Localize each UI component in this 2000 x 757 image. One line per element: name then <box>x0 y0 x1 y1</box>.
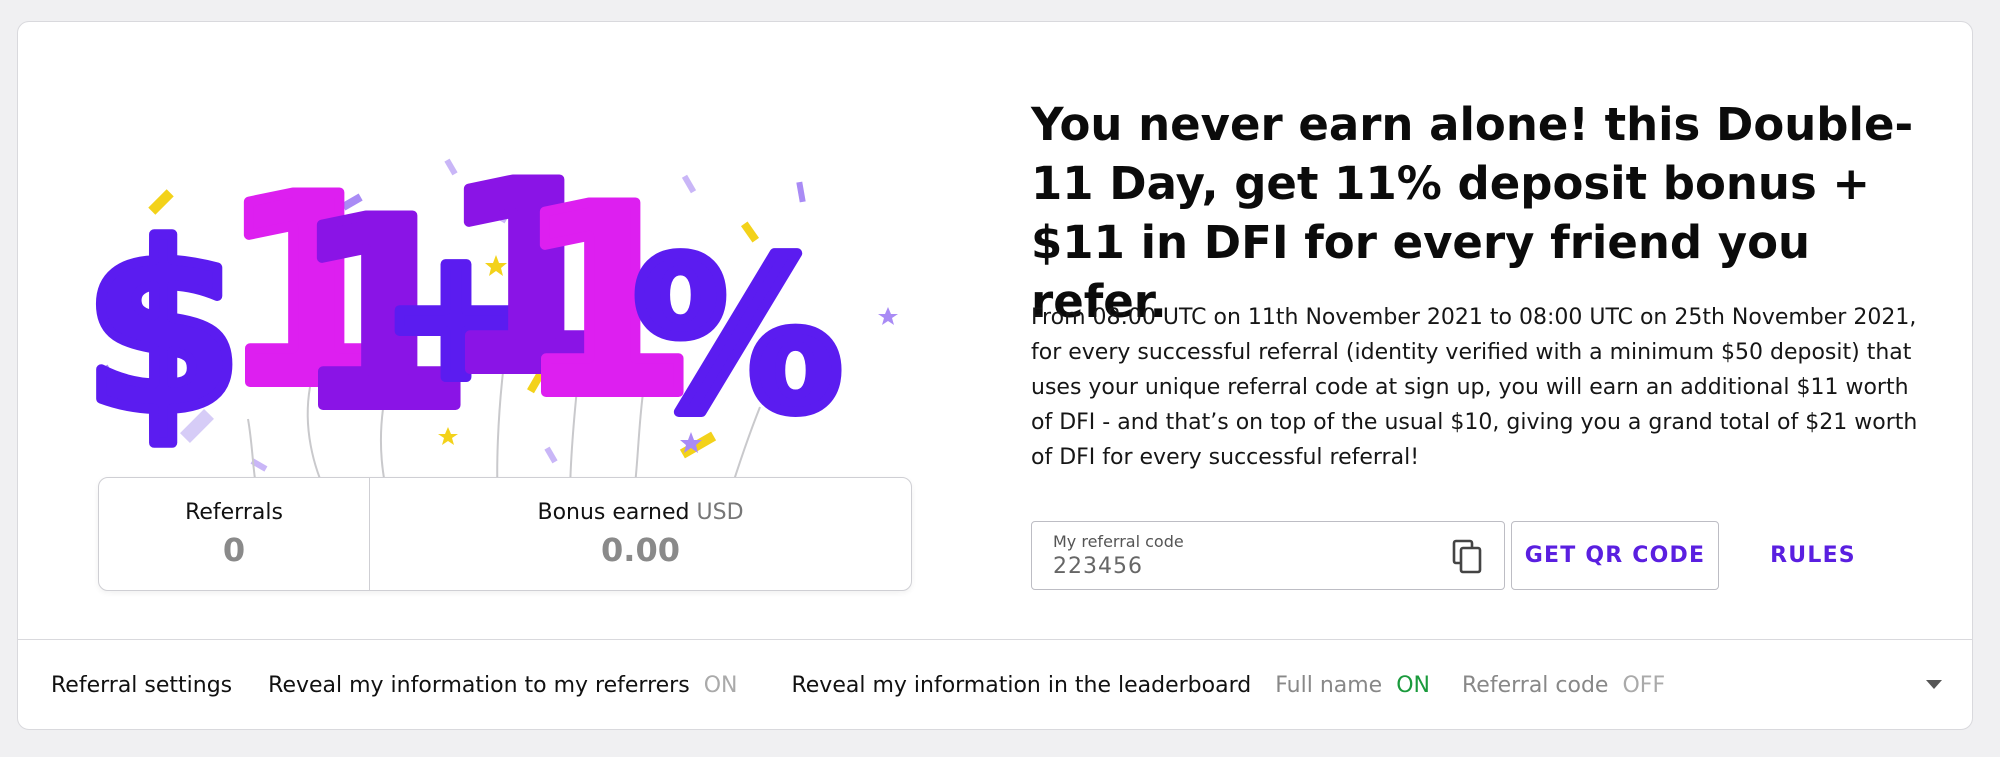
chevron-down-icon[interactable] <box>1926 680 1942 689</box>
reveal-referrers-label: Reveal my information to my referrers <box>268 673 690 698</box>
bonus-label: Bonus earned <box>537 499 690 525</box>
referral-code-label: My referral code <box>1053 532 1184 551</box>
referral-settings-bar: Referral settings Reveal my information … <box>18 639 1972 729</box>
rules-button[interactable]: RULES <box>1763 521 1863 590</box>
bonus-unit: USD <box>696 499 744 525</box>
referral-code-setting-label: Referral code <box>1462 673 1609 698</box>
referral-settings-title: Referral settings <box>51 673 233 698</box>
referral-code-field[interactable]: My referral code 223456 <box>1031 521 1505 590</box>
reveal-referrers-toggle[interactable]: ON <box>704 673 738 698</box>
reveal-leaderboard-label: Reveal my information in the leaderboard <box>791 673 1252 698</box>
promo-hero: $ 1 1 + 1 1 % Referrals 0 Bonus earned U… <box>18 22 1972 639</box>
promo-description: From 08:00 UTC on 11th November 2021 to … <box>1031 305 1918 470</box>
promo-headline: You never earn alone! this Double-11 Day… <box>1031 98 1914 328</box>
copy-icon[interactable] <box>1452 539 1484 575</box>
bonus-stat: Bonus earned USD 0.00 <box>370 478 911 590</box>
full-name-label: Full name <box>1275 673 1383 698</box>
referral-card: $ 1 1 + 1 1 % Referrals 0 Bonus earned U… <box>17 21 1973 730</box>
balloon-glyphs: $ 1 1 + 1 1 % <box>78 147 848 472</box>
full-name-toggle[interactable]: ON <box>1396 673 1430 698</box>
referrals-stat: Referrals 0 <box>99 478 370 590</box>
promo-balloon-art: $ 1 1 + 1 1 % <box>78 147 918 507</box>
referral-code-value[interactable]: 223456 <box>1053 554 1143 579</box>
referrals-label: Referrals <box>185 499 283 525</box>
bonus-amount: 0.00 <box>601 530 680 569</box>
referrals-count: 0 <box>222 530 246 569</box>
get-qr-code-button[interactable]: GET QR CODE <box>1511 521 1719 590</box>
bonus-label-row: Bonus earned USD <box>537 500 743 525</box>
balloon-illustration: $ 1 1 + 1 1 % <box>78 147 898 503</box>
referral-code-toggle[interactable]: OFF <box>1622 673 1665 698</box>
balloon-percent: % <box>633 214 843 459</box>
referral-stats: Referrals 0 Bonus earned USD 0.00 <box>98 477 912 591</box>
